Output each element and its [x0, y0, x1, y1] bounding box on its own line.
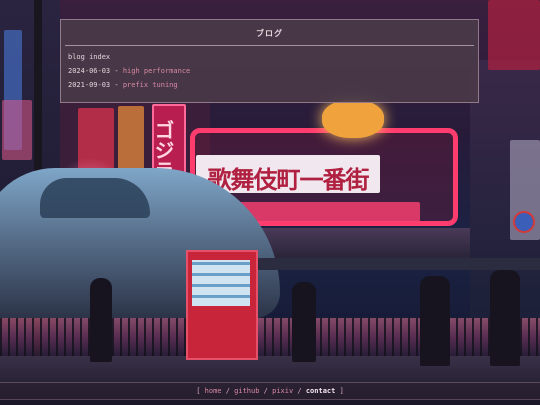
nav-pixiv-link[interactable]: pixiv [272, 387, 293, 395]
person-silhouette-1 [90, 278, 112, 362]
person-silhouette-4 [490, 270, 520, 366]
post-link[interactable]: prefix tuning [123, 81, 178, 89]
post-link[interactable]: high performance [123, 67, 190, 75]
footer-nav: [ home / github / pixiv / contact ] [0, 387, 540, 395]
nav-github-link[interactable]: github [234, 387, 259, 395]
left-neon-pink [2, 100, 32, 160]
nav-home-link[interactable]: home [205, 387, 222, 395]
footer-bar: [ home / github / pixiv / contact ] [0, 382, 540, 400]
train-window [40, 178, 150, 218]
person-silhouette-3 [420, 276, 450, 366]
post-separator: - [110, 67, 123, 75]
bracket-open: [ [196, 387, 201, 395]
paper-lantern [322, 100, 384, 138]
post-separator: - [110, 81, 123, 89]
no-parking-sign [513, 211, 535, 233]
title-divider [65, 45, 474, 46]
right-red-sign [488, 0, 540, 70]
post-date: 2021-09-03 [68, 81, 111, 89]
blog-panel: ブログ blog index 2024-06-03 - high perform… [60, 19, 479, 103]
bracket-close: ] [339, 387, 344, 395]
blog-index-link[interactable]: blog index [68, 53, 110, 61]
nav-separator: / [263, 387, 268, 395]
blog-title: ブログ [256, 29, 283, 38]
person-silhouette-2 [292, 282, 316, 362]
post-date: 2024-06-03 [68, 67, 111, 75]
nav-separator: / [297, 387, 302, 395]
nav-separator: / [225, 387, 230, 395]
vending-window [192, 260, 250, 306]
railing [0, 318, 540, 356]
blog-post-item: 2021-09-03 - prefix tuning [68, 81, 178, 89]
platform-overpass [240, 258, 540, 270]
nav-contact-link[interactable]: contact [306, 387, 336, 395]
blog-post-item: 2024-06-03 - high performance [68, 67, 190, 75]
